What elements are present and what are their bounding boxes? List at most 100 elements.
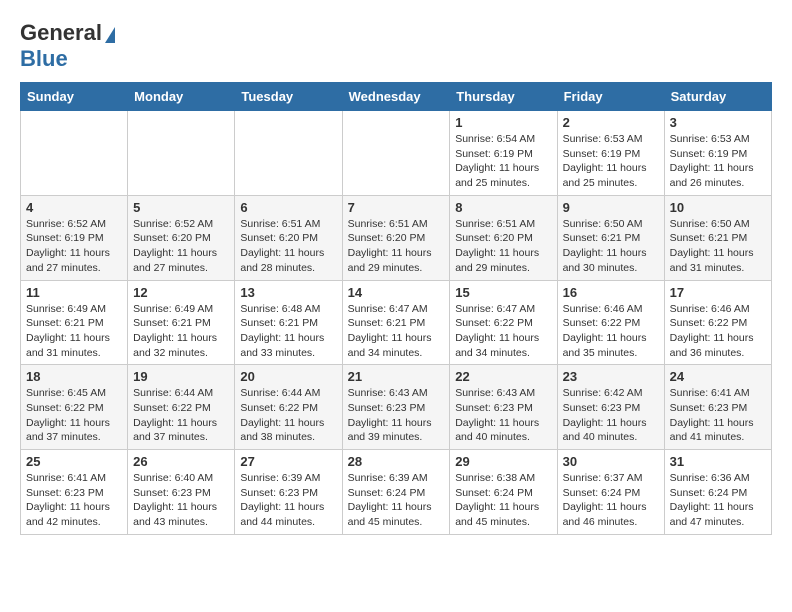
day-info: Sunrise: 6:36 AM Sunset: 6:24 PM Dayligh… [670, 471, 766, 530]
calendar-cell: 18 Sunrise: 6:45 AM Sunset: 6:22 PM Dayli… [21, 365, 128, 450]
day-number: 30 [563, 454, 659, 469]
calendar-cell: 12Sunrise: 6:49 AM Sunset: 6:21 PM Dayli… [128, 280, 235, 365]
day-info: Sunrise: 6:48 AM Sunset: 6:21 PM Dayligh… [240, 302, 336, 361]
day-number: 9 [563, 200, 659, 215]
day-number: 20 [240, 369, 336, 384]
header-row: SundayMondayTuesdayWednesdayThursdayFrid… [21, 83, 772, 111]
calendar-cell: 9 Sunrise: 6:50 AM Sunset: 6:21 PM Daylig… [557, 195, 664, 280]
day-number: 13 [240, 285, 336, 300]
day-number: 29 [455, 454, 551, 469]
calendar-cell: 28Sunrise: 6:39 AM Sunset: 6:24 PM Dayli… [342, 450, 450, 535]
day-info: Sunrise: 6:51 AM Sunset: 6:20 PM Dayligh… [348, 217, 445, 276]
day-number: 16 [563, 285, 659, 300]
logo-blue-text: Blue [20, 46, 68, 71]
logo: General Blue [20, 20, 115, 72]
calendar-cell: 13 Sunrise: 6:48 AM Sunset: 6:21 PM Dayli… [235, 280, 342, 365]
calendar-cell [128, 111, 235, 196]
day-header-tuesday: Tuesday [235, 83, 342, 111]
day-info: Sunrise: 6:42 AM Sunset: 6:23 PM Dayligh… [563, 386, 659, 445]
calendar-cell: 17 Sunrise: 6:46 AM Sunset: 6:22 PM Dayli… [664, 280, 771, 365]
day-header-thursday: Thursday [450, 83, 557, 111]
day-number: 27 [240, 454, 336, 469]
day-info: Sunrise: 6:39 AM Sunset: 6:23 PM Dayligh… [240, 471, 336, 530]
calendar-cell: 3Sunrise: 6:53 AM Sunset: 6:19 PM Daylig… [664, 111, 771, 196]
calendar-cell: 10Sunrise: 6:50 AM Sunset: 6:21 PM Dayli… [664, 195, 771, 280]
day-info: Sunrise: 6:52 AM Sunset: 6:20 PM Dayligh… [133, 217, 229, 276]
day-info: Sunrise: 6:40 AM Sunset: 6:23 PM Dayligh… [133, 471, 229, 530]
day-number: 23 [563, 369, 659, 384]
day-number: 24 [670, 369, 766, 384]
logo-general-text: General [20, 20, 102, 46]
calendar-cell: 25 Sunrise: 6:41 AM Sunset: 6:23 PM Dayli… [21, 450, 128, 535]
day-info: Sunrise: 6:45 AM Sunset: 6:22 PM Dayligh… [26, 386, 122, 445]
day-number: 17 [670, 285, 766, 300]
day-number: 8 [455, 200, 551, 215]
calendar-cell [21, 111, 128, 196]
day-number: 18 [26, 369, 122, 384]
day-number: 1 [455, 115, 551, 130]
day-header-saturday: Saturday [664, 83, 771, 111]
calendar-cell: 22 Sunrise: 6:43 AM Sunset: 6:23 PM Dayli… [450, 365, 557, 450]
day-info: Sunrise: 6:39 AM Sunset: 6:24 PM Dayligh… [348, 471, 445, 530]
calendar-cell [342, 111, 450, 196]
calendar-cell: 20Sunrise: 6:44 AM Sunset: 6:22 PM Dayli… [235, 365, 342, 450]
calendar-cell: 16 Sunrise: 6:46 AM Sunset: 6:22 PM Dayli… [557, 280, 664, 365]
day-number: 21 [348, 369, 445, 384]
day-header-monday: Monday [128, 83, 235, 111]
day-info: Sunrise: 6:51 AM Sunset: 6:20 PM Dayligh… [240, 217, 336, 276]
page-container: General Blue SundayMondayTuesdayWednesda… [20, 20, 772, 535]
day-number: 7 [348, 200, 445, 215]
calendar-week-3: 11Sunrise: 6:49 AM Sunset: 6:21 PM Dayli… [21, 280, 772, 365]
day-info: Sunrise: 6:44 AM Sunset: 6:22 PM Dayligh… [133, 386, 229, 445]
day-info: Sunrise: 6:51 AM Sunset: 6:20 PM Dayligh… [455, 217, 551, 276]
day-header-wednesday: Wednesday [342, 83, 450, 111]
calendar-cell: 27 Sunrise: 6:39 AM Sunset: 6:23 PM Dayli… [235, 450, 342, 535]
day-info: Sunrise: 6:46 AM Sunset: 6:22 PM Dayligh… [563, 302, 659, 361]
calendar-cell: 26Sunrise: 6:40 AM Sunset: 6:23 PM Dayli… [128, 450, 235, 535]
day-info: Sunrise: 6:46 AM Sunset: 6:22 PM Dayligh… [670, 302, 766, 361]
calendar-week-4: 18 Sunrise: 6:45 AM Sunset: 6:22 PM Dayli… [21, 365, 772, 450]
calendar-cell: 21 Sunrise: 6:43 AM Sunset: 6:23 PM Dayli… [342, 365, 450, 450]
day-info: Sunrise: 6:54 AM Sunset: 6:19 PM Dayligh… [455, 132, 551, 191]
logo-triangle-icon [105, 27, 115, 43]
day-number: 19 [133, 369, 229, 384]
day-number: 12 [133, 285, 229, 300]
day-number: 11 [26, 285, 122, 300]
day-number: 14 [348, 285, 445, 300]
calendar-week-5: 25 Sunrise: 6:41 AM Sunset: 6:23 PM Dayli… [21, 450, 772, 535]
day-info: Sunrise: 6:47 AM Sunset: 6:22 PM Dayligh… [455, 302, 551, 361]
day-number: 25 [26, 454, 122, 469]
day-info: Sunrise: 6:53 AM Sunset: 6:19 PM Dayligh… [563, 132, 659, 191]
calendar-week-1: 1 Sunrise: 6:54 AM Sunset: 6:19 PM Daylig… [21, 111, 772, 196]
day-number: 15 [455, 285, 551, 300]
calendar-cell: 4Sunrise: 6:52 AM Sunset: 6:19 PM Daylig… [21, 195, 128, 280]
day-info: Sunrise: 6:50 AM Sunset: 6:21 PM Dayligh… [563, 217, 659, 276]
day-info: Sunrise: 6:41 AM Sunset: 6:23 PM Dayligh… [670, 386, 766, 445]
calendar-cell: 6Sunrise: 6:51 AM Sunset: 6:20 PM Daylig… [235, 195, 342, 280]
day-info: Sunrise: 6:37 AM Sunset: 6:24 PM Dayligh… [563, 471, 659, 530]
day-number: 10 [670, 200, 766, 215]
day-number: 22 [455, 369, 551, 384]
day-header-friday: Friday [557, 83, 664, 111]
day-header-sunday: Sunday [21, 83, 128, 111]
calendar-cell: 24 Sunrise: 6:41 AM Sunset: 6:23 PM Dayli… [664, 365, 771, 450]
day-info: Sunrise: 6:43 AM Sunset: 6:23 PM Dayligh… [455, 386, 551, 445]
calendar-cell: 23 Sunrise: 6:42 AM Sunset: 6:23 PM Dayli… [557, 365, 664, 450]
day-info: Sunrise: 6:41 AM Sunset: 6:23 PM Dayligh… [26, 471, 122, 530]
day-number: 5 [133, 200, 229, 215]
calendar-cell: 1 Sunrise: 6:54 AM Sunset: 6:19 PM Daylig… [450, 111, 557, 196]
calendar-cell: 30 Sunrise: 6:37 AM Sunset: 6:24 PM Dayli… [557, 450, 664, 535]
day-info: Sunrise: 6:43 AM Sunset: 6:23 PM Dayligh… [348, 386, 445, 445]
day-number: 2 [563, 115, 659, 130]
day-number: 31 [670, 454, 766, 469]
calendar-cell: 11Sunrise: 6:49 AM Sunset: 6:21 PM Dayli… [21, 280, 128, 365]
calendar-cell: 7 Sunrise: 6:51 AM Sunset: 6:20 PM Daylig… [342, 195, 450, 280]
calendar-cell: 2 Sunrise: 6:53 AM Sunset: 6:19 PM Daylig… [557, 111, 664, 196]
calendar-week-2: 4Sunrise: 6:52 AM Sunset: 6:19 PM Daylig… [21, 195, 772, 280]
calendar-cell: 31 Sunrise: 6:36 AM Sunset: 6:24 PM Dayli… [664, 450, 771, 535]
calendar-cell: 29Sunrise: 6:38 AM Sunset: 6:24 PM Dayli… [450, 450, 557, 535]
calendar-cell: 8 Sunrise: 6:51 AM Sunset: 6:20 PM Daylig… [450, 195, 557, 280]
calendar-cell: 5 Sunrise: 6:52 AM Sunset: 6:20 PM Daylig… [128, 195, 235, 280]
calendar-cell: 15 Sunrise: 6:47 AM Sunset: 6:22 PM Dayli… [450, 280, 557, 365]
calendar-cell: 19 Sunrise: 6:44 AM Sunset: 6:22 PM Dayli… [128, 365, 235, 450]
